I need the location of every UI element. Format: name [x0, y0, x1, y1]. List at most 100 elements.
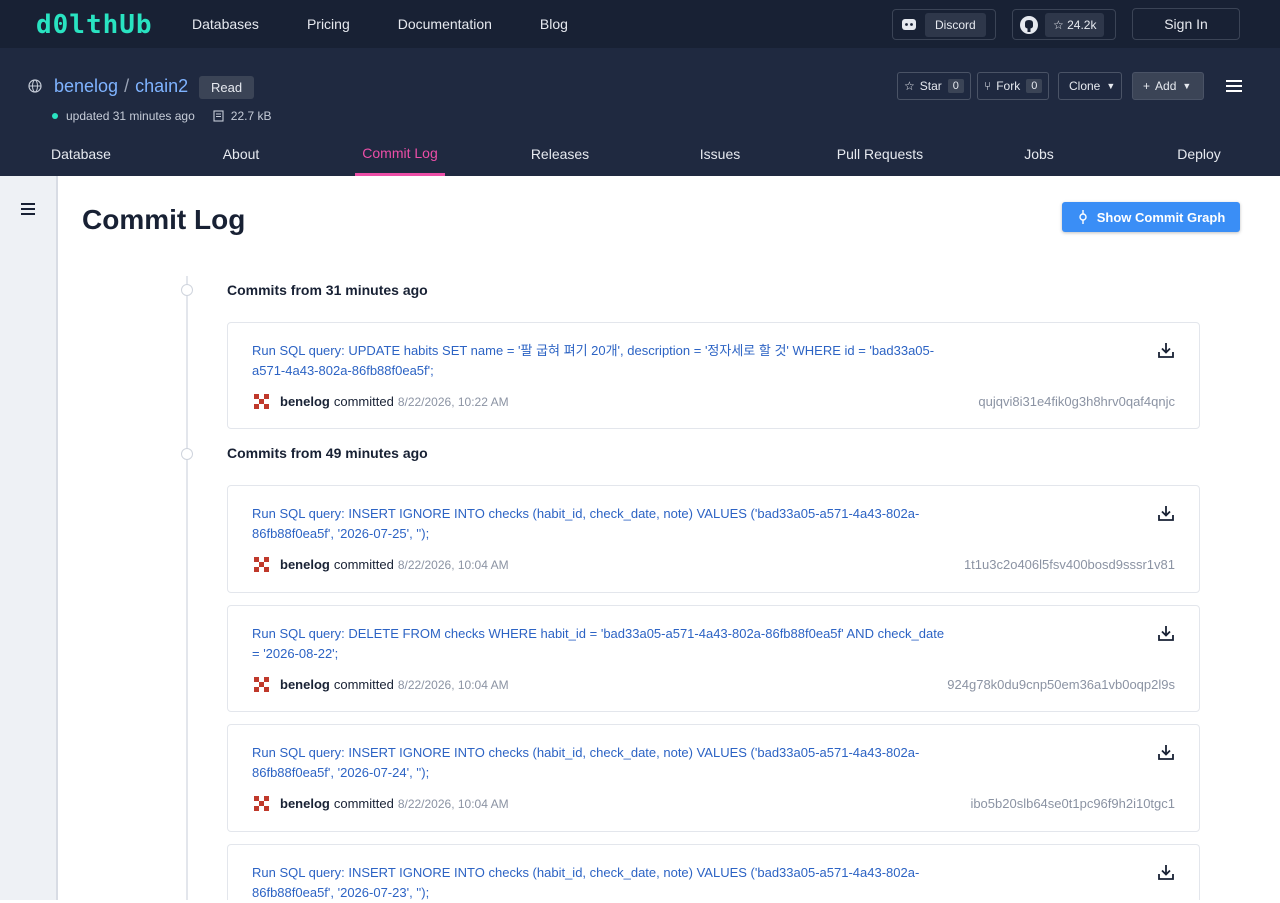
tab-pull-requests[interactable]: Pull Requests [830, 132, 930, 176]
sign-in-button[interactable]: Sign In [1132, 8, 1240, 40]
commit-message[interactable]: Run SQL query: INSERT IGNORE INTO checks… [252, 863, 952, 903]
group-heading: Commits from 49 minutes ago [227, 445, 428, 461]
repo-breadcrumb: benelog / chain2 [54, 76, 188, 97]
globe-icon [28, 79, 42, 93]
author-name[interactable]: benelog [280, 557, 330, 572]
avatar [252, 675, 271, 694]
github-button[interactable]: ☆ 24.2k [1012, 9, 1116, 40]
repo-owner-link[interactable]: benelog [54, 76, 118, 96]
discord-icon [893, 18, 925, 31]
download-icon[interactable] [1157, 341, 1175, 359]
commit-card[interactable]: Run SQL query: INSERT IGNORE INTO checks… [227, 485, 1200, 593]
avatar [252, 555, 271, 574]
avatar [252, 794, 271, 813]
commit-card[interactable]: Run SQL query: UPDATE habits SET name = … [227, 322, 1200, 429]
tab-commit-log[interactable]: Commit Log [355, 132, 445, 176]
updated-text: updated 31 minutes ago [66, 109, 195, 123]
tab-about[interactable]: About [205, 132, 277, 176]
commit-timeline [186, 276, 188, 900]
committed-verb: committed [333, 557, 394, 572]
author-name[interactable]: benelog [280, 394, 330, 409]
tab-deploy[interactable]: Deploy [1170, 132, 1228, 176]
nav-link-documentation[interactable]: Documentation [398, 16, 492, 32]
star-label: Star [919, 79, 942, 93]
repo-tabs: Database About Commit Log Releases Issue… [0, 132, 1280, 176]
commit-author-line: benelog committed 8/22/2026, 10:22 AM [252, 392, 509, 411]
commit-author-line: benelog committed 8/22/2026, 10:04 AM [252, 555, 509, 574]
show-commit-graph-label: Show Commit Graph [1096, 209, 1226, 225]
avatar [252, 392, 271, 411]
main-nav: Databases Pricing Documentation Blog [192, 0, 616, 48]
commit-hash[interactable]: qujqvi8i31e4fik0g3h8hrv0qaf4qnjc [978, 394, 1175, 409]
page-title: Commit Log [82, 204, 246, 235]
clone-label: Clone [1069, 79, 1101, 93]
author-name[interactable]: benelog [280, 796, 330, 811]
commit-message[interactable]: Run SQL query: UPDATE habits SET name = … [252, 341, 952, 381]
github-stars: ☆ 24.2k [1045, 12, 1105, 37]
author-name[interactable]: benelog [280, 677, 330, 692]
tab-releases[interactable]: Releases [520, 132, 600, 176]
size-text: 22.7 kB [230, 109, 272, 123]
commit-time: 8/22/2026, 10:22 AM [397, 394, 509, 409]
star-icon: ☆ [904, 79, 915, 93]
side-rail [0, 176, 58, 900]
fork-count: 0 [1026, 79, 1043, 93]
discord-button[interactable]: Discord [892, 9, 996, 40]
fork-icon: ⑂ [984, 79, 992, 93]
file-icon [213, 110, 224, 122]
tab-jobs[interactable]: Jobs [1015, 132, 1063, 176]
breadcrumb-separator: / [124, 76, 130, 96]
add-dropdown[interactable]: + Add ▼ [1132, 72, 1204, 100]
dolthub-logo[interactable]: d0lthUb [36, 10, 153, 40]
sidebar-toggle-icon[interactable] [21, 203, 35, 218]
nav-link-blog[interactable]: Blog [540, 16, 568, 32]
download-icon[interactable] [1157, 743, 1175, 761]
repo-meta: updated 31 minutes ago 22.7 kB [52, 109, 271, 123]
plus-icon: + [1143, 79, 1151, 93]
nav-link-databases[interactable]: Databases [192, 16, 259, 32]
chevron-down-icon: ▼ [1182, 81, 1192, 91]
commit-card[interactable]: Run SQL query: DELETE FROM checks WHERE … [227, 605, 1200, 712]
timeline-node [181, 448, 193, 460]
access-badge: Read [199, 76, 255, 99]
download-icon[interactable] [1157, 624, 1175, 642]
commit-time: 8/22/2026, 10:04 AM [397, 677, 509, 692]
commit-author-line: benelog committed 8/22/2026, 10:04 AM [252, 794, 509, 813]
tab-database[interactable]: Database [40, 132, 122, 176]
commit-card[interactable]: Run SQL query: INSERT IGNORE INTO checks… [227, 844, 1200, 900]
tab-issues[interactable]: Issues [690, 132, 750, 176]
committed-verb: committed [333, 796, 394, 811]
star-button[interactable]: ☆ Star 0 [897, 72, 971, 100]
status-dot [52, 113, 58, 119]
repo-name-link[interactable]: chain2 [135, 76, 188, 96]
commit-time: 8/22/2026, 10:04 AM [397, 796, 509, 811]
commit-graph-icon [1079, 210, 1087, 224]
repo-menu-icon[interactable] [1226, 80, 1242, 92]
discord-label: Discord [925, 12, 986, 37]
clone-dropdown[interactable]: Clone ▼ [1058, 72, 1122, 100]
commit-hash[interactable]: ibo5b20slb64se0t1pc96f9h2i10tgc1 [970, 796, 1175, 811]
nav-link-pricing[interactable]: Pricing [307, 16, 350, 32]
github-star-count: 24.2k [1067, 17, 1097, 32]
star-count: 0 [947, 79, 964, 93]
download-icon[interactable] [1157, 504, 1175, 522]
committed-verb: committed [333, 677, 394, 692]
chevron-down-icon: ▼ [1106, 81, 1116, 91]
show-commit-graph-button[interactable]: Show Commit Graph [1062, 202, 1240, 232]
top-navbar: d0lthUb Databases Pricing Documentation … [0, 0, 1280, 48]
download-icon[interactable] [1157, 863, 1175, 881]
fork-button[interactable]: ⑂ Fork 0 [977, 72, 1050, 100]
commit-message[interactable]: Run SQL query: INSERT IGNORE INTO checks… [252, 743, 952, 783]
repo-size: 22.7 kB [213, 109, 272, 123]
committed-verb: committed [333, 394, 394, 409]
fork-label: Fork [996, 79, 1021, 93]
group-heading: Commits from 31 minutes ago [227, 282, 428, 298]
timeline-node [181, 284, 193, 296]
commit-message[interactable]: Run SQL query: INSERT IGNORE INTO checks… [252, 504, 952, 544]
commit-message[interactable]: Run SQL query: DELETE FROM checks WHERE … [252, 624, 952, 664]
commit-hash[interactable]: 924g78k0du9cnp50em36a1vb0oqp2l9s [947, 677, 1175, 692]
commit-hash[interactable]: 1t1u3c2o406l5fsv400bosd9sssr1v81 [964, 557, 1175, 572]
commit-card[interactable]: Run SQL query: INSERT IGNORE INTO checks… [227, 724, 1200, 832]
add-label: Add [1155, 79, 1177, 93]
commit-time: 8/22/2026, 10:04 AM [397, 557, 509, 572]
